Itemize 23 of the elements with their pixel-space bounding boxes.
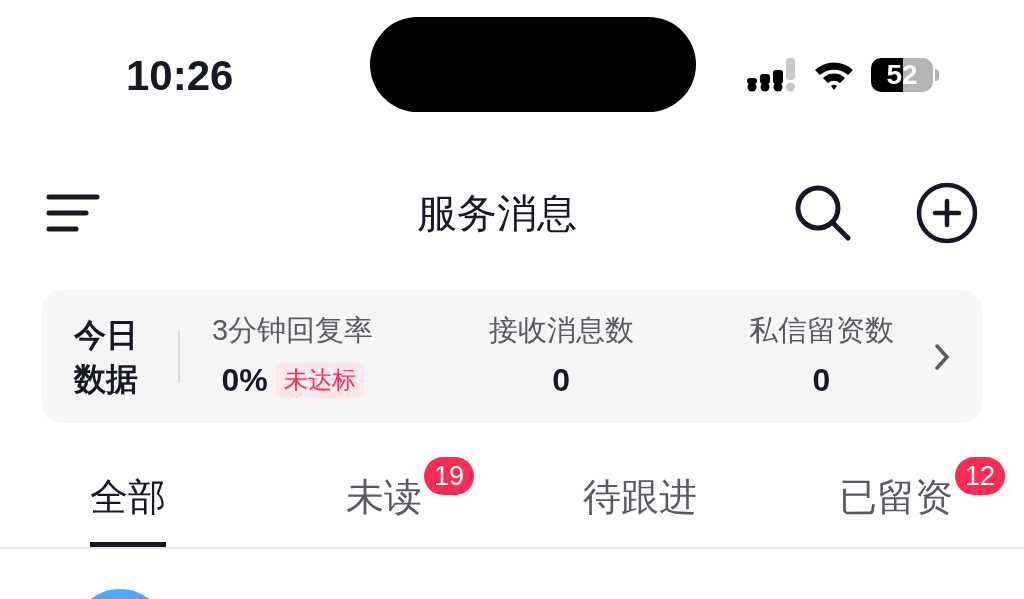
unread-count: 19: [424, 457, 475, 495]
signal-icon: [747, 58, 797, 92]
status-time: 10:26: [126, 50, 235, 101]
stat-label: 3分钟回复率: [212, 312, 374, 348]
search-icon[interactable]: [794, 183, 852, 242]
stat-value: 0: [552, 361, 570, 401]
menu-icon[interactable]: [46, 192, 100, 233]
stat-label: 接收消息数: [488, 312, 634, 348]
stat-value: 0: [812, 361, 831, 401]
status-tag: 未达标: [275, 362, 364, 399]
stat-value: 0%: [221, 361, 268, 401]
stats-title: 今日数据: [74, 315, 139, 399]
add-icon[interactable]: [916, 181, 978, 244]
stat-label: 私信留资数: [749, 312, 894, 348]
tab[interactable]: 已留资: [839, 453, 953, 547]
unread-count: 12: [955, 457, 1006, 495]
battery-tip-icon: [935, 69, 939, 81]
tab[interactable]: 待跟进: [583, 453, 697, 547]
page-title: 服务消息: [417, 189, 577, 237]
tab[interactable]: 全部: [90, 453, 166, 547]
stats-card[interactable]: 今日数据 3分钟回复率 0% 未达标 接收消息数 0 私信留资数 0: [42, 290, 982, 423]
chevron-right-icon[interactable]: [934, 342, 950, 371]
tab[interactable]: 未读: [346, 453, 422, 547]
